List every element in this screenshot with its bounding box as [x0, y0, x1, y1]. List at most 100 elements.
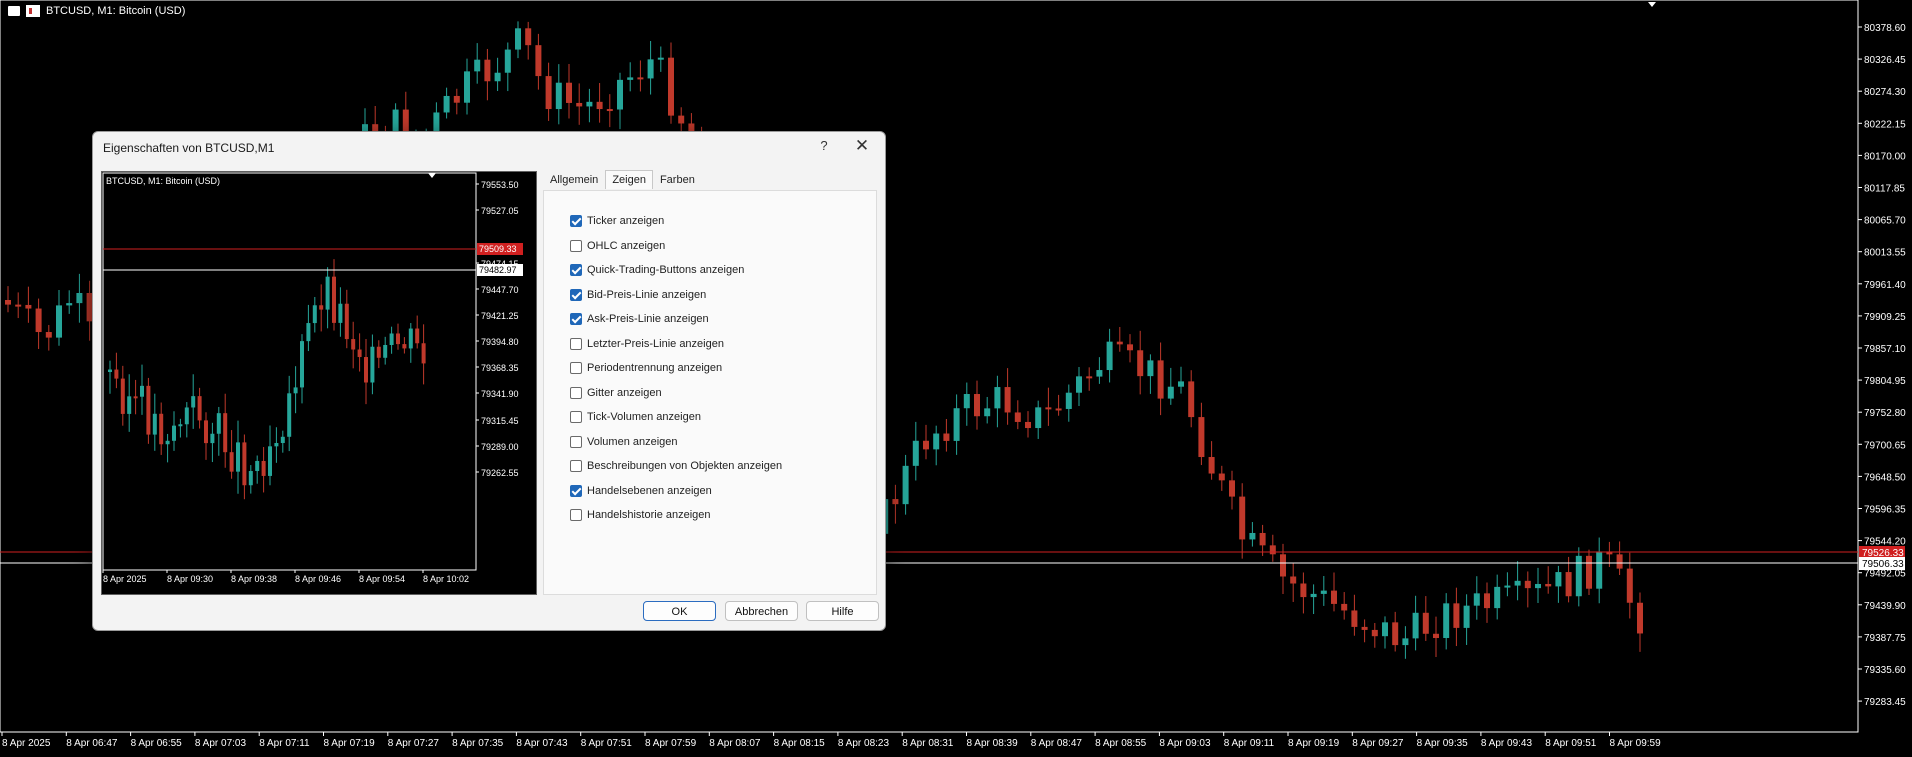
tab-bar: Allgemein Zeigen Farben	[543, 170, 702, 189]
time-tick-label: 8 Apr 07:43	[516, 738, 568, 749]
preview-candle-body	[338, 303, 343, 323]
option-label: Letzter-Preis-Linie anzeigen	[587, 337, 724, 350]
time-tick-label: 8 Apr 07:35	[452, 738, 504, 749]
candle-body	[1055, 408, 1062, 411]
preview-candle-body	[242, 442, 247, 486]
time-tick-label: 8 Apr 09:03	[1159, 738, 1211, 749]
preview-candle-body	[344, 303, 349, 340]
tab-farben[interactable]: Farben	[653, 170, 702, 189]
preview-candle-body	[364, 357, 368, 383]
candle-body	[1637, 602, 1643, 634]
candle-body	[1025, 421, 1031, 429]
option-checkbox[interactable]	[570, 264, 582, 276]
candle-body	[1218, 473, 1225, 481]
option-0[interactable]: Ticker anzeigen	[570, 215, 664, 227]
option-checkbox[interactable]	[570, 411, 582, 423]
preview-price-tick-label: 79421.25	[481, 311, 519, 321]
option-checkbox[interactable]	[570, 435, 582, 448]
candle-body	[1341, 603, 1348, 611]
candle-body	[576, 102, 583, 107]
candle-body	[1422, 612, 1429, 634]
help-icon[interactable]: ?	[813, 138, 835, 153]
preview-price-tick-label: 79289.00	[481, 442, 519, 452]
option-1[interactable]: OHLC anzeigen	[570, 239, 665, 252]
option-label: Periodentrennung anzeigen	[587, 362, 723, 374]
preview-candle-body	[389, 333, 394, 345]
candle-body	[984, 408, 991, 417]
preview-candle-body	[402, 344, 407, 349]
price-tick-label: 80065.70	[1864, 216, 1906, 227]
candle-body	[963, 394, 970, 409]
preview-candle-body	[312, 305, 317, 324]
preview-bid-price-label: 79509.33	[479, 244, 517, 254]
option-checkbox[interactable]	[570, 313, 582, 325]
option-checkbox[interactable]	[570, 288, 582, 301]
option-checkbox[interactable]	[570, 484, 582, 497]
preview-candle-body	[408, 328, 413, 349]
candle-body	[545, 76, 552, 110]
option-checkbox[interactable]	[570, 460, 582, 472]
candle-body	[1473, 593, 1480, 606]
candle-body	[1453, 603, 1460, 628]
ok-button[interactable]: OK	[643, 601, 716, 621]
option-11[interactable]: Handelsebenen anzeigen	[570, 484, 712, 497]
tab-zeigen[interactable]: Zeigen	[605, 170, 653, 189]
chart-symbol-icon[interactable]	[26, 5, 40, 17]
option-4[interactable]: Ask-Preis-Linie anzeigen	[570, 313, 709, 325]
candle-body	[974, 394, 980, 417]
price-tick-label: 79909.25	[1864, 312, 1906, 323]
option-5[interactable]: Letzter-Preis-Linie anzeigen	[570, 337, 724, 350]
option-8[interactable]: Tick-Volumen anzeigen	[570, 411, 701, 423]
time-tick-label: 8 Apr 06:55	[131, 738, 183, 749]
preview-candle-body	[306, 323, 311, 342]
time-tick-label: 8 Apr 09:11	[1224, 738, 1275, 749]
price-tick-label: 80274.30	[1864, 87, 1906, 98]
price-tick-label: 80013.55	[1864, 248, 1906, 259]
chart-list-icon[interactable]	[8, 6, 20, 16]
option-10[interactable]: Beschreibungen von Objekten anzeigen	[570, 460, 782, 472]
option-checkbox[interactable]	[570, 215, 582, 227]
option-label: Ask-Preis-Linie anzeigen	[587, 313, 709, 325]
properties-dialog: Eigenschaften von BTCUSD,M1 ? ✕ BTCUSD, …	[92, 131, 886, 631]
candle-body	[1157, 360, 1164, 399]
option-label: Handelsebenen anzeigen	[587, 484, 712, 497]
candle-body	[45, 332, 52, 338]
candle-body	[1229, 480, 1235, 497]
option-7[interactable]: Gitter anzeigen	[570, 386, 662, 399]
cancel-button[interactable]: Abbrechen	[725, 601, 798, 621]
time-tick-label: 8 Apr 09:51	[1545, 738, 1597, 749]
candle-body	[504, 49, 511, 73]
candle-body	[1116, 341, 1123, 345]
close-icon[interactable]: ✕	[847, 136, 877, 156]
candle-body	[1208, 457, 1215, 474]
candle-body	[1076, 376, 1082, 393]
preview-ask-price-label: 79482.97	[479, 265, 517, 275]
candle-body	[953, 408, 960, 441]
option-3[interactable]: Bid-Preis-Linie anzeigen	[570, 288, 706, 301]
option-checkbox[interactable]	[570, 239, 582, 252]
help-button[interactable]: Hilfe	[806, 601, 879, 621]
preview-candle-body	[146, 385, 151, 435]
option-checkbox[interactable]	[570, 509, 582, 521]
time-tick-label: 8 Apr 08:23	[838, 738, 890, 749]
preview-candle-body	[114, 369, 119, 379]
tab-allgemein[interactable]: Allgemein	[543, 170, 605, 189]
preview-price-tick-label: 79315.45	[481, 416, 519, 426]
price-tick-label: 80117.85	[1864, 184, 1905, 195]
preview-candle-body	[210, 433, 215, 444]
time-tick-label: 8 Apr 08:39	[967, 738, 1019, 749]
option-2[interactable]: Quick-Trading-Buttons anzeigen	[570, 264, 744, 276]
option-9[interactable]: Volumen anzeigen	[570, 435, 678, 448]
preview-frame	[102, 172, 477, 571]
option-checkbox[interactable]	[570, 386, 582, 399]
option-checkbox[interactable]	[570, 337, 582, 350]
option-12[interactable]: Handelshistorie anzeigen	[570, 509, 711, 521]
candle-body	[25, 304, 32, 309]
preview-candle-body	[325, 276, 330, 310]
price-tick-label: 79283.45	[1864, 697, 1906, 708]
candle-body	[1382, 622, 1388, 637]
candle-body	[1555, 572, 1562, 587]
option-checkbox[interactable]	[570, 362, 582, 374]
candle-body	[1106, 341, 1113, 371]
option-6[interactable]: Periodentrennung anzeigen	[570, 362, 722, 374]
